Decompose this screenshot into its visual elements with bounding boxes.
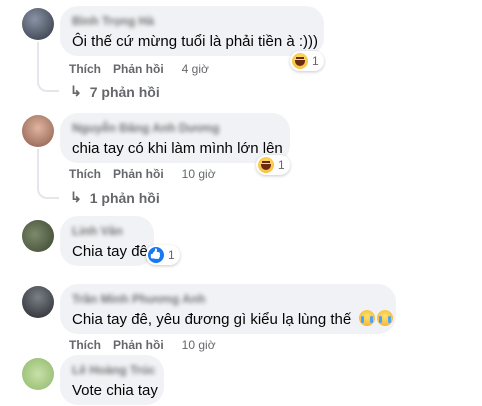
haha-icon — [292, 53, 308, 69]
crying-emoji-icon — [377, 310, 394, 326]
reply-arrow-icon: ↳ — [70, 83, 82, 99]
comment-bubble: Lê Hoàng Trúc Vote chia tay — [60, 355, 164, 405]
comment-author[interactable]: Bình Trọng Hà — [72, 14, 312, 28]
comment-actions: Thích Phản hồi 10 giờ — [69, 166, 216, 182]
reply-arrow-icon: ↳ — [70, 189, 82, 205]
reaction-summary[interactable]: 1 — [146, 245, 180, 265]
reaction-count: 1 — [168, 248, 175, 262]
reaction-count: 1 — [312, 54, 319, 68]
reply-button[interactable]: Phản hồi — [113, 338, 164, 352]
reply-button[interactable]: Phản hồi — [113, 62, 164, 76]
comment-actions: Thích Phản hồi 10 giờ — [69, 337, 216, 353]
reaction-summary[interactable]: 1 — [256, 155, 290, 175]
comment-text: Chia tay đê — [72, 243, 148, 260]
view-replies-link[interactable]: ↳ 1 phản hồi — [70, 189, 160, 206]
comment-text: Vote chia tay — [72, 382, 158, 399]
comment-author[interactable]: Linh Văn — [72, 224, 142, 238]
avatar[interactable] — [22, 286, 54, 318]
like-button[interactable]: Thích — [69, 338, 101, 352]
timestamp[interactable]: 10 giờ — [182, 167, 216, 181]
thread-line — [37, 42, 39, 78]
like-button[interactable]: Thích — [69, 167, 101, 181]
comment-bubble: Trần Minh Phương Anh Chia tay đê, yêu đư… — [60, 284, 396, 334]
avatar[interactable] — [22, 358, 54, 390]
view-replies-link[interactable]: ↳ 7 phản hồi — [70, 83, 160, 100]
comment-author[interactable]: Lê Hoàng Trúc — [72, 363, 155, 377]
avatar[interactable] — [22, 115, 54, 147]
comment-actions: Thích Phản hồi 4 giờ — [69, 61, 209, 77]
replies-count: 1 phản hồi — [89, 189, 160, 206]
comment-text: Chia tay đê, yêu đương gì kiểu lạ lùng t… — [72, 310, 394, 330]
comment-bubble: Nguyễn Đăng Anh Dương chia tay có khi là… — [60, 113, 290, 163]
timestamp[interactable]: 10 giờ — [182, 338, 216, 352]
avatar[interactable] — [22, 8, 54, 40]
thread-line — [37, 149, 39, 185]
comment-author[interactable]: Nguyễn Đăng Anh Dương — [72, 121, 278, 135]
like-icon — [148, 247, 164, 263]
haha-icon — [258, 157, 274, 173]
like-button[interactable]: Thích — [69, 62, 101, 76]
comment-bubble: Bình Trọng Hà Ôi thế cứ mừng tuổi là phả… — [60, 6, 324, 56]
avatar[interactable] — [22, 220, 54, 252]
comment-text: chia tay có khi làm mình lớn lên — [72, 140, 283, 157]
reply-button[interactable]: Phản hồi — [113, 167, 164, 181]
reaction-summary[interactable]: 1 — [290, 51, 324, 71]
crying-emoji-icon — [359, 310, 376, 326]
reaction-count: 1 — [278, 158, 285, 172]
comment-bubble: Linh Văn Chia tay đê — [60, 216, 154, 266]
thread-curve — [37, 78, 59, 92]
timestamp[interactable]: 4 giờ — [182, 62, 209, 76]
thread-curve — [37, 185, 59, 199]
comment-text: Ôi thế cứ mừng tuổi là phải tiền à :))) — [72, 33, 319, 50]
comment-author[interactable]: Trần Minh Phương Anh — [72, 292, 384, 306]
replies-count: 7 phản hồi — [89, 83, 160, 100]
comment-text-content: Chia tay đê, yêu đương gì kiểu lạ lùng t… — [72, 311, 352, 328]
